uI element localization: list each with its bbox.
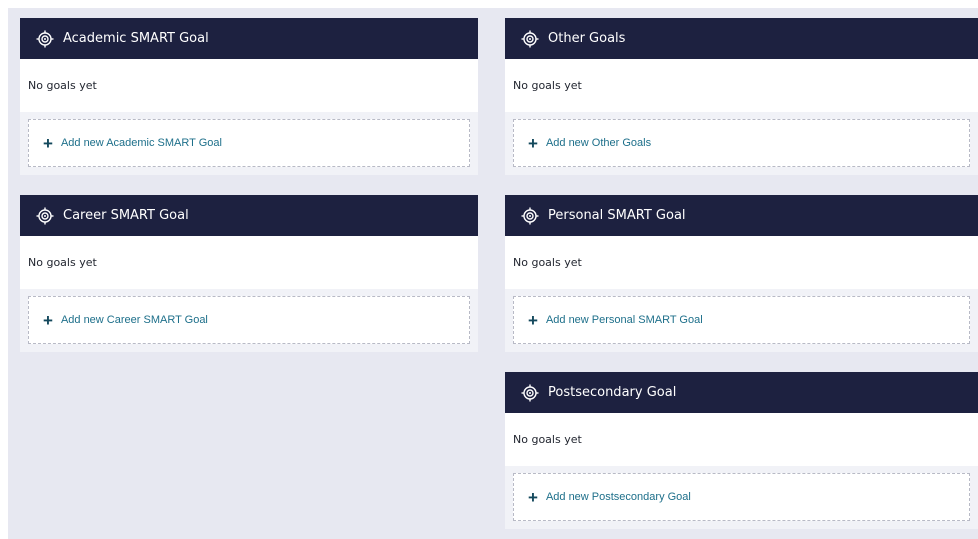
target-icon (521, 207, 539, 224)
target-icon (36, 207, 54, 224)
add-button-label: Add new Career SMART Goal (60, 314, 208, 326)
plus-icon: + (528, 133, 538, 153)
empty-state-text: No goals yet (505, 59, 978, 112)
card-title: Career SMART Goal (63, 208, 189, 223)
card-header: Postsecondary Goal (505, 372, 978, 413)
add-area: + Add new Career SMART Goal (20, 289, 478, 352)
add-postsecondary-goal-button[interactable]: + Add new Postsecondary Goal (513, 473, 970, 521)
empty-state-text: No goals yet (505, 413, 978, 466)
add-button-label: Add new Postsecondary Goal (545, 491, 691, 503)
card-header: Personal SMART Goal (505, 195, 978, 236)
target-icon (36, 30, 54, 47)
plus-icon: + (528, 487, 538, 507)
target-icon (521, 384, 539, 401)
plus-icon: + (43, 310, 53, 330)
card-header: Other Goals (505, 18, 978, 59)
empty-state-text: No goals yet (20, 59, 478, 112)
add-area: + Add new Personal SMART Goal (505, 289, 978, 352)
plus-icon: + (528, 310, 538, 330)
add-academic-goal-button[interactable]: + Add new Academic SMART Goal (28, 119, 470, 167)
goal-card-personal: Personal SMART Goal No goals yet + Add n… (505, 195, 978, 352)
add-area: + Add new Postsecondary Goal (505, 466, 978, 529)
target-icon (521, 30, 539, 47)
add-area: + Add new Other Goals (505, 112, 978, 175)
add-button-label: Add new Academic SMART Goal (60, 137, 222, 149)
goal-card-other: Other Goals No goals yet + Add new Other… (505, 18, 978, 175)
card-header: Academic SMART Goal (20, 18, 478, 59)
goals-canvas: Academic SMART Goal No goals yet + Add n… (8, 8, 978, 539)
empty-state-text: No goals yet (505, 236, 978, 289)
empty-state-text: No goals yet (20, 236, 478, 289)
card-header: Career SMART Goal (20, 195, 478, 236)
add-other-goal-button[interactable]: + Add new Other Goals (513, 119, 970, 167)
add-career-goal-button[interactable]: + Add new Career SMART Goal (28, 296, 470, 344)
goal-card-postsecondary: Postsecondary Goal No goals yet + Add ne… (505, 372, 978, 529)
goal-card-career: Career SMART Goal No goals yet + Add new… (20, 195, 478, 352)
add-personal-goal-button[interactable]: + Add new Personal SMART Goal (513, 296, 970, 344)
card-title: Personal SMART Goal (548, 208, 686, 223)
card-title: Academic SMART Goal (63, 31, 209, 46)
plus-icon: + (43, 133, 53, 153)
card-title: Postsecondary Goal (548, 385, 677, 400)
add-button-label: Add new Personal SMART Goal (545, 314, 703, 326)
add-area: + Add new Academic SMART Goal (20, 112, 478, 175)
card-title: Other Goals (548, 31, 626, 46)
goal-card-academic: Academic SMART Goal No goals yet + Add n… (20, 18, 478, 175)
add-button-label: Add new Other Goals (545, 137, 652, 149)
